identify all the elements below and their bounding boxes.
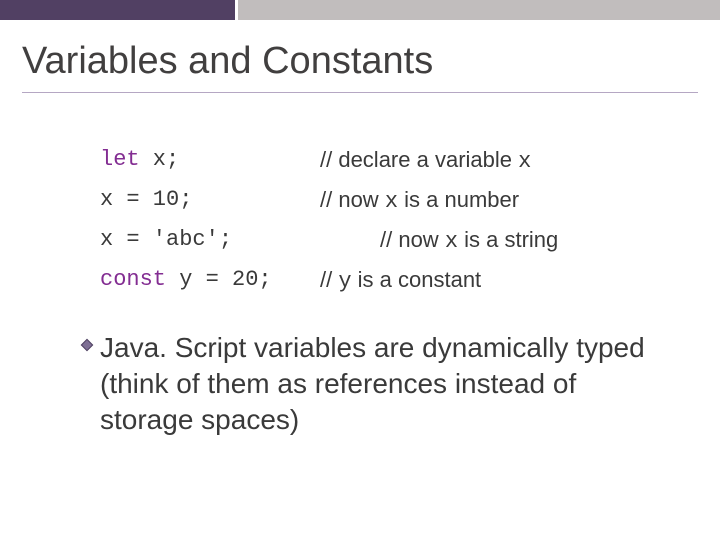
- code-row: x = 'abc'; // now x is a string: [100, 220, 660, 260]
- bullet-item: Java. Script variables are dynamically t…: [80, 330, 660, 438]
- code-row: let x;// declare a variable x: [100, 140, 660, 180]
- slide-title: Variables and Constants: [22, 40, 433, 83]
- code-comment: // now x is a number: [320, 180, 519, 223]
- code-row: x = 10; // now x is a number: [100, 180, 660, 220]
- top-accent-bar-left: [0, 0, 235, 20]
- code-comment: // y is a constant: [320, 260, 481, 303]
- code-snippet: let x;: [100, 140, 320, 181]
- code-snippet: x = 10;: [100, 180, 320, 221]
- code-keyword: let: [100, 147, 140, 172]
- code-comment: // now x is a string: [320, 220, 558, 263]
- code-rest: x = 'abc';: [100, 227, 232, 252]
- code-row: const y = 20;// y is a constant: [100, 260, 660, 300]
- code-rest: x = 10;: [100, 187, 192, 212]
- title-underline: [22, 92, 698, 93]
- code-rest: y = 20;: [166, 267, 272, 292]
- diamond-bullet-icon: [80, 338, 94, 352]
- code-examples: let x;// declare a variable x x = 10;// …: [100, 140, 660, 300]
- code-snippet: x = 'abc';: [100, 220, 320, 261]
- top-accent-bar: [0, 0, 720, 20]
- bullet-text: Java. Script variables are dynamically t…: [100, 330, 660, 438]
- code-snippet: const y = 20;: [100, 260, 320, 301]
- code-keyword: const: [100, 267, 166, 292]
- top-accent-bar-right: [238, 0, 720, 20]
- code-comment: // declare a variable x: [320, 140, 531, 183]
- code-rest: x;: [140, 147, 180, 172]
